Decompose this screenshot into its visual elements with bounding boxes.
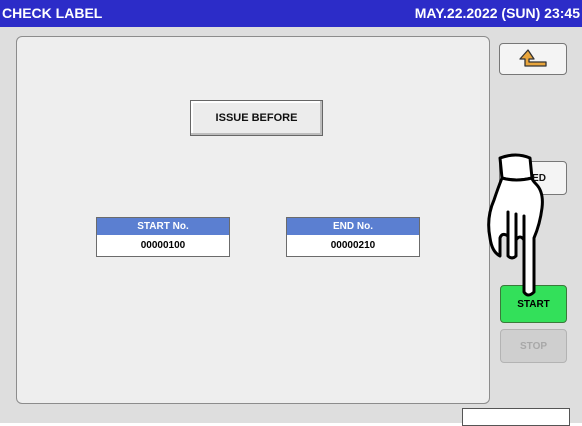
start-number-value: 00000100	[140, 240, 186, 251]
start-number-field[interactable]: START No. 00000100	[96, 217, 230, 257]
stop-button[interactable]: STOP	[500, 329, 567, 363]
issue-before-label: ISSUE BEFORE	[215, 112, 298, 124]
date-time: MAY.22.2022 (SUN) 23:45	[414, 5, 580, 21]
start-number-label: START No.	[97, 218, 229, 235]
back-button[interactable]	[499, 43, 567, 75]
return-arrow-icon	[519, 49, 547, 67]
start-button-label: START	[517, 298, 550, 310]
title-bar: CHECK LABEL MAY.22.2022 (SUN) 23:45	[0, 0, 582, 27]
end-number-value: 00000210	[330, 240, 376, 251]
issue-before-button[interactable]: ISSUE BEFORE	[190, 100, 323, 136]
bottom-status-box	[462, 408, 570, 426]
screen-title: CHECK LABEL	[2, 5, 103, 21]
hand-pointer-icon	[487, 153, 544, 297]
end-number-label: END No.	[287, 218, 419, 235]
end-number-field[interactable]: END No. 00000210	[286, 217, 420, 257]
stop-button-label: STOP	[519, 340, 548, 352]
